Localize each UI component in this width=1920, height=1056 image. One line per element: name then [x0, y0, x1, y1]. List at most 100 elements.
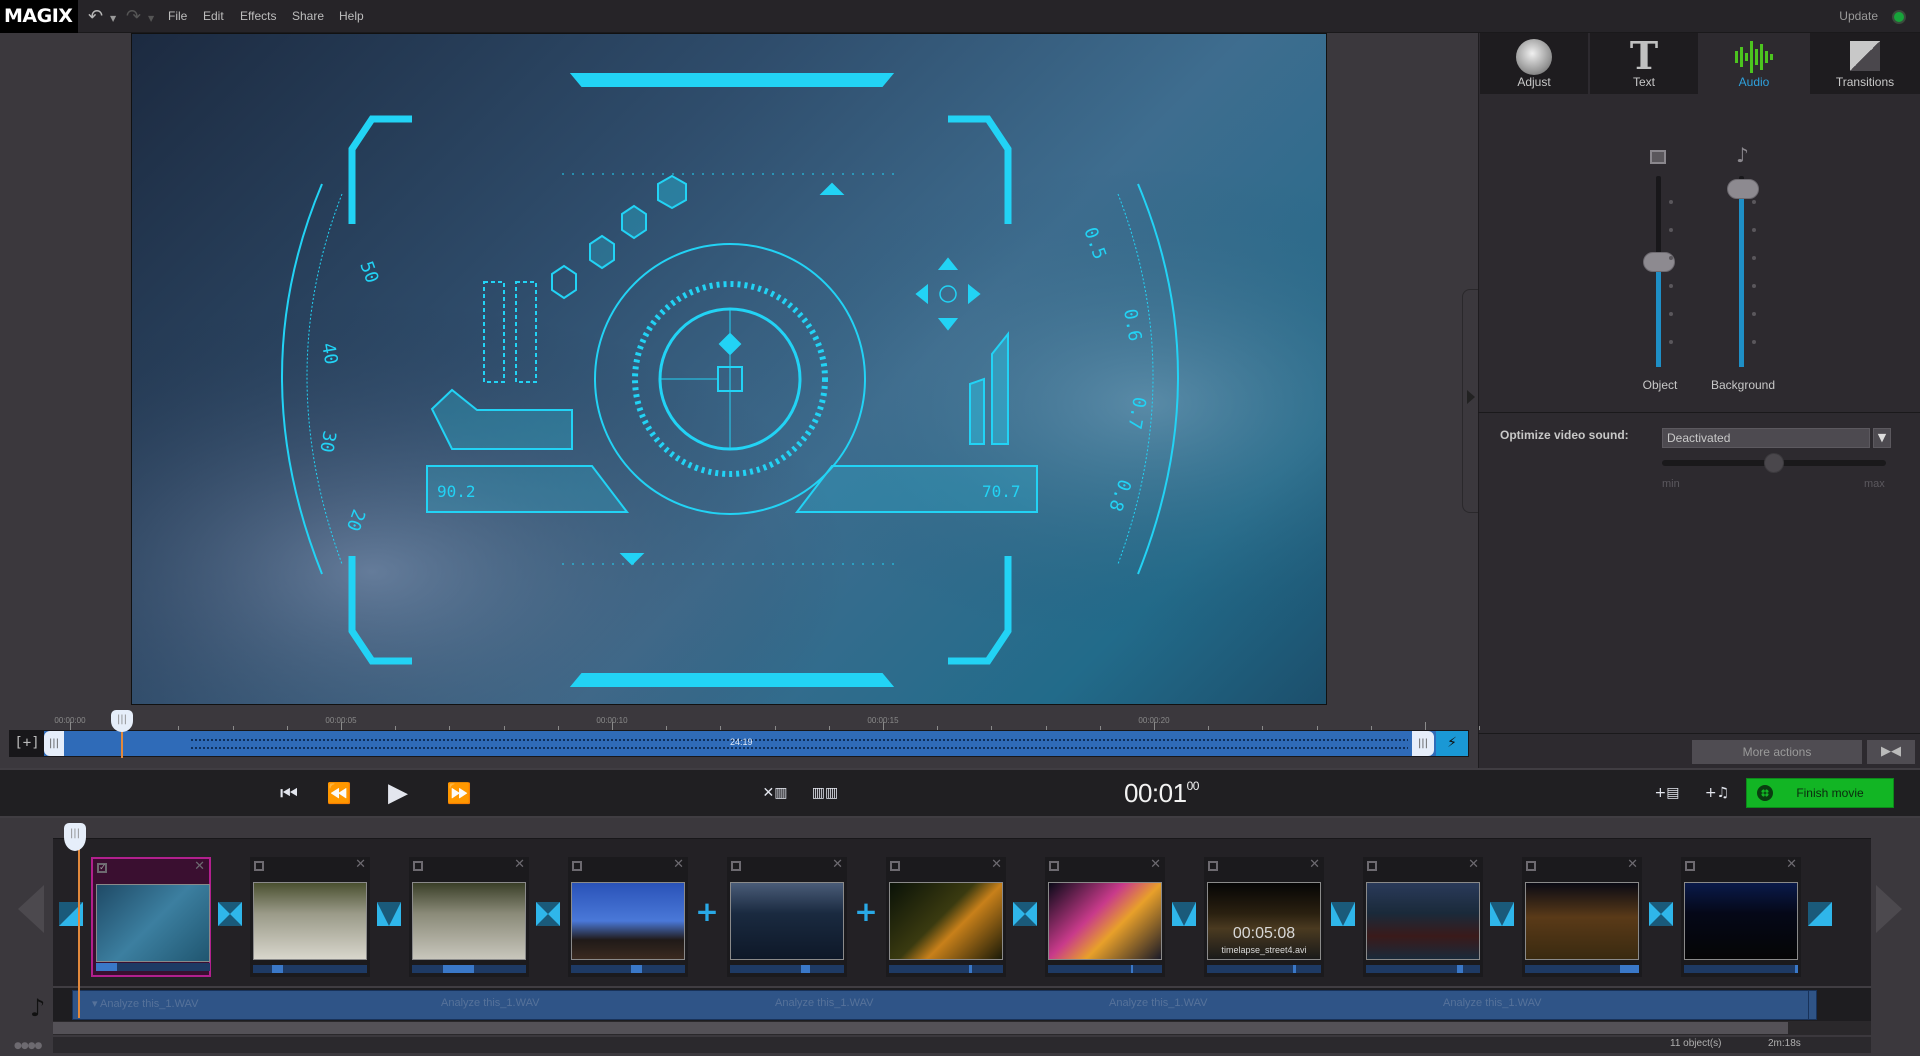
storyboard-clip[interactable]: ✕ 00:05:08 timelapse_street4.avi: [1204, 857, 1324, 977]
transition-diagonal-wipe-icon[interactable]: [1808, 902, 1832, 926]
close-icon[interactable]: ✕: [1627, 857, 1638, 872]
tab-text[interactable]: T Text: [1590, 33, 1698, 94]
out-point-handle[interactable]: |||: [1412, 731, 1434, 756]
fast-forward-button[interactable]: ⏩: [443, 779, 475, 807]
clip-select-checkbox[interactable]: [1685, 861, 1695, 871]
clip-select-checkbox[interactable]: [1367, 861, 1377, 871]
clip-trim-bar[interactable]: [1525, 965, 1639, 973]
lightning-icon[interactable]: ⚡: [1436, 731, 1468, 756]
skip-to-start-button[interactable]: ⏮: [278, 779, 300, 807]
tab-transitions[interactable]: Transitions: [1810, 33, 1920, 94]
clip-select-checkbox[interactable]: [731, 861, 741, 871]
split-scene-icon[interactable]: ▥▥: [810, 779, 840, 807]
object-volume-knob[interactable]: [1643, 251, 1675, 272]
add-transition-icon[interactable]: +: [854, 898, 878, 926]
in-point-handle[interactable]: |||: [44, 731, 64, 756]
clip-trim-marker[interactable]: [272, 965, 283, 973]
close-icon[interactable]: ✕: [991, 857, 1002, 872]
clip-trim-bar[interactable]: [96, 963, 210, 971]
clip-trim-bar[interactable]: [730, 965, 844, 973]
rewind-button[interactable]: ⏪: [323, 779, 355, 807]
finish-movie-button[interactable]: Finish movie: [1746, 778, 1894, 808]
close-icon[interactable]: ✕: [1468, 857, 1479, 872]
scrollbar-thumb[interactable]: [53, 1022, 1788, 1034]
storyboard-clip[interactable]: ✕: [727, 857, 847, 977]
add-transition-icon[interactable]: +: [695, 898, 719, 926]
tab-audio[interactable]: Audio: [1700, 33, 1808, 94]
clip-select-checkbox[interactable]: [890, 861, 900, 871]
storyboard-clip[interactable]: ✕: [568, 857, 688, 977]
clip-select-checkbox[interactable]: [1208, 861, 1218, 871]
more-actions-button[interactable]: More actions: [1692, 740, 1862, 764]
clip-trim-bar[interactable]: [889, 965, 1003, 973]
storyboard-clip[interactable]: ✓ ✕: [91, 857, 211, 977]
clip-thumbnail[interactable]: [412, 882, 526, 960]
background-volume-slider[interactable]: [1739, 176, 1744, 367]
storyboard-clip[interactable]: ✕: [1681, 857, 1801, 977]
grip-icon[interactable]: ●●●●: [14, 1041, 42, 1051]
clip-thumbnail[interactable]: [1525, 882, 1639, 960]
panel-collapse-handle[interactable]: [1462, 289, 1478, 513]
add-video-button[interactable]: +▤: [1650, 779, 1684, 807]
clip-thumbnail[interactable]: [889, 882, 1003, 960]
bracket-plus-icon[interactable]: [+]: [10, 731, 44, 756]
undo-history-dropdown[interactable]: ▼: [110, 14, 116, 23]
storyboard-clip[interactable]: ✕: [886, 857, 1006, 977]
clip-thumbnail[interactable]: [1048, 882, 1162, 960]
chevron-down-icon[interactable]: ▼: [1873, 428, 1891, 448]
transition-v-wipe-icon[interactable]: [377, 902, 401, 926]
storyboard-clip[interactable]: ✕: [1363, 857, 1483, 977]
storyboard-playhead[interactable]: |||: [64, 823, 86, 851]
audio-end-handle[interactable]: [1808, 991, 1816, 1019]
preview-playhead[interactable]: |||: [111, 710, 133, 732]
clip-trim-marker[interactable]: [1619, 965, 1639, 973]
clip-trim-bar[interactable]: [1207, 965, 1321, 973]
clip-trim-bar[interactable]: [253, 965, 367, 973]
clip-thumbnail[interactable]: 00:05:08 timelapse_street4.avi: [1207, 882, 1321, 960]
menu-share[interactable]: Share: [292, 0, 324, 33]
clip-select-checkbox[interactable]: ✓: [97, 863, 107, 873]
storyboard-clip[interactable]: ✕: [250, 857, 370, 977]
update-button[interactable]: Update: [1839, 0, 1878, 33]
close-icon[interactable]: ✕: [355, 857, 366, 872]
transition-v-wipe-icon[interactable]: [1172, 902, 1196, 926]
clip-trim-marker[interactable]: [96, 963, 117, 971]
transition-bowtie-icon[interactable]: [1649, 902, 1673, 926]
menu-file[interactable]: File: [168, 0, 187, 33]
clip-select-checkbox[interactable]: [572, 861, 582, 871]
clip-select-checkbox[interactable]: [1526, 861, 1536, 871]
clip-trim-marker[interactable]: [800, 965, 810, 973]
remove-scene-icon[interactable]: ✕▥: [760, 779, 790, 807]
storyboard-clip[interactable]: ✕: [409, 857, 529, 977]
transition-bowtie-icon[interactable]: [218, 902, 242, 926]
clip-trim-bar[interactable]: [1684, 965, 1798, 973]
redo-icon[interactable]: ↷: [126, 6, 141, 27]
add-music-button[interactable]: +♫: [1700, 779, 1734, 807]
clip-trim-marker[interactable]: [1131, 965, 1134, 973]
clip-trim-bar[interactable]: [1048, 965, 1162, 973]
clip-select-checkbox[interactable]: [254, 861, 264, 871]
optimize-sound-dropdown[interactable]: Deactivated: [1662, 428, 1870, 448]
undo-icon[interactable]: ↶: [88, 6, 103, 27]
clip-trim-marker[interactable]: [442, 965, 474, 973]
clip-trim-bar[interactable]: [571, 965, 685, 973]
close-icon[interactable]: ✕: [1786, 857, 1797, 872]
redo-history-dropdown[interactable]: ▼: [148, 14, 154, 23]
transition-bowtie-icon[interactable]: [1013, 902, 1037, 926]
transition-v-wipe-icon[interactable]: [1331, 902, 1355, 926]
clip-thumbnail[interactable]: [96, 884, 210, 962]
clip-thumbnail[interactable]: [730, 882, 844, 960]
clip-select-checkbox[interactable]: [1049, 861, 1059, 871]
clip-select-checkbox[interactable]: [413, 861, 423, 871]
close-icon[interactable]: ✕: [673, 857, 684, 872]
clip-trim-marker[interactable]: [631, 965, 642, 973]
clip-trim-marker[interactable]: [1292, 965, 1296, 973]
clip-thumbnail[interactable]: [1684, 882, 1798, 960]
close-icon[interactable]: ✕: [1150, 857, 1161, 872]
storyboard-clip[interactable]: ✕: [1522, 857, 1642, 977]
transition-bowtie-icon[interactable]: [536, 902, 560, 926]
audio-clip[interactable]: [72, 990, 1817, 1020]
close-icon[interactable]: ✕: [514, 857, 525, 872]
close-icon[interactable]: ✕: [832, 857, 843, 872]
clip-thumbnail[interactable]: [253, 882, 367, 960]
